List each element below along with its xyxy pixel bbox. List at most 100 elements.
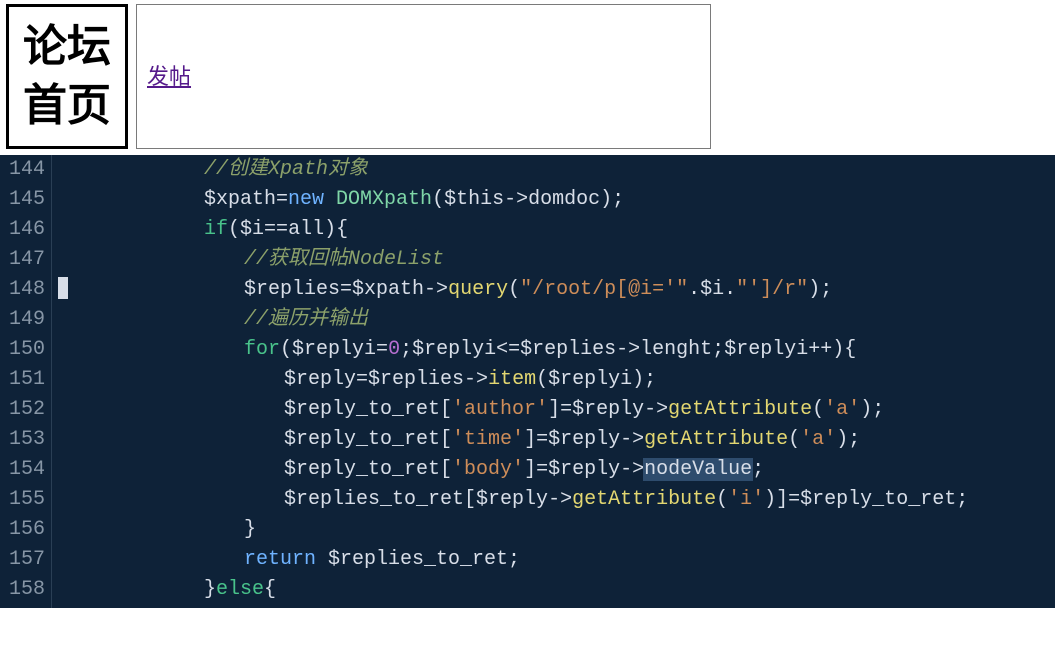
code-token: ( bbox=[788, 428, 800, 451]
code-token: ){ bbox=[324, 218, 348, 241]
code-token: )] bbox=[764, 488, 788, 511]
editor-cursor bbox=[58, 277, 68, 299]
line-number: 148 bbox=[0, 275, 45, 305]
code-line[interactable]: $reply=$replies->item($replyi); bbox=[84, 365, 1055, 395]
code-line[interactable]: $reply_to_ret['time']=$reply->getAttribu… bbox=[84, 425, 1055, 455]
page-header: 论坛 首页 发帖 bbox=[0, 0, 1055, 153]
code-line[interactable]: $replies=$xpath->query("/root/p[@i='".$i… bbox=[84, 275, 1055, 305]
code-token: //获取回帖NodeList bbox=[244, 248, 444, 271]
line-number: 157 bbox=[0, 545, 45, 575]
code-area[interactable]: //创建Xpath对象$xpath=new DOMXpath($this->do… bbox=[52, 155, 1055, 608]
code-line[interactable]: $reply_to_ret['author']=$reply->getAttri… bbox=[84, 395, 1055, 425]
code-token: else bbox=[216, 578, 264, 601]
code-token: ; bbox=[752, 458, 764, 481]
code-token: ){ bbox=[832, 338, 856, 361]
forum-home-title: 论坛 首页 bbox=[6, 4, 128, 149]
code-token: $reply bbox=[284, 368, 356, 391]
line-number: 154 bbox=[0, 455, 45, 485]
code-line[interactable]: for($replyi=0;$replyi<=$replies->lenght;… bbox=[84, 335, 1055, 365]
code-token: 'a' bbox=[800, 428, 836, 451]
code-token: ( bbox=[280, 338, 292, 361]
code-token: $replies_to_ret bbox=[284, 488, 464, 511]
code-token: query bbox=[448, 278, 508, 301]
line-number-gutter: 1441451461471481491501511521531541551561… bbox=[0, 155, 52, 608]
code-token: ( bbox=[508, 278, 520, 301]
line-number: 147 bbox=[0, 245, 45, 275]
code-token: 'body' bbox=[452, 458, 524, 481]
code-token: "/root/p[@i='" bbox=[520, 278, 688, 301]
code-line[interactable]: } bbox=[84, 515, 1055, 545]
line-number: 158 bbox=[0, 575, 45, 605]
code-token: getAttribute bbox=[644, 428, 788, 451]
code-token: return bbox=[244, 548, 328, 571]
code-token: $replyi bbox=[548, 368, 632, 391]
code-token: lenght bbox=[640, 338, 712, 361]
code-token: -> bbox=[620, 428, 644, 451]
code-token: ; bbox=[400, 338, 412, 361]
code-token: $replies bbox=[520, 338, 616, 361]
code-line[interactable]: //获取回帖NodeList bbox=[84, 245, 1055, 275]
code-token: = bbox=[560, 398, 572, 421]
code-token: = bbox=[276, 188, 288, 211]
code-token: [ bbox=[464, 488, 476, 511]
code-token: $replies bbox=[244, 278, 340, 301]
code-token: $reply bbox=[548, 428, 620, 451]
code-token: $reply_to_ret bbox=[284, 428, 440, 451]
code-token: $reply_to_ret bbox=[284, 458, 440, 481]
code-line[interactable]: }else{ bbox=[84, 575, 1055, 605]
line-number: 150 bbox=[0, 335, 45, 365]
code-token: $reply_to_ret bbox=[284, 398, 440, 421]
code-token: -> bbox=[548, 488, 572, 511]
code-token: $reply bbox=[572, 398, 644, 421]
code-token: -> bbox=[504, 188, 528, 211]
code-token: <= bbox=[496, 338, 520, 361]
code-token: item bbox=[488, 368, 536, 391]
code-token: [ bbox=[440, 428, 452, 451]
post-panel: 发帖 bbox=[136, 4, 711, 149]
code-token: $reply_to_ret bbox=[800, 488, 956, 511]
code-token: DOMXpath bbox=[336, 188, 432, 211]
code-token: for bbox=[244, 338, 280, 361]
code-line[interactable]: if($i==all){ bbox=[84, 215, 1055, 245]
line-number: 152 bbox=[0, 395, 45, 425]
code-token: -> bbox=[464, 368, 488, 391]
code-token: ); bbox=[860, 398, 884, 421]
code-token: nodeValue bbox=[643, 458, 753, 481]
forum-home-line1: 论坛 bbox=[23, 21, 111, 72]
line-number: 151 bbox=[0, 365, 45, 395]
code-token: ( bbox=[432, 188, 444, 211]
code-token: ); bbox=[632, 368, 656, 391]
code-line[interactable]: //创建Xpath对象 bbox=[84, 155, 1055, 185]
line-number: 146 bbox=[0, 215, 45, 245]
code-line[interactable]: //遍历并输出 bbox=[84, 305, 1055, 335]
code-token: $this bbox=[444, 188, 504, 211]
code-line[interactable]: $replies_to_ret[$reply->getAttribute('i'… bbox=[84, 485, 1055, 515]
line-number: 156 bbox=[0, 515, 45, 545]
code-token: = bbox=[536, 428, 548, 451]
code-line[interactable]: $reply_to_ret['body']=$reply->nodeValue; bbox=[84, 455, 1055, 485]
code-token: ] bbox=[524, 428, 536, 451]
code-token: $xpath bbox=[352, 278, 424, 301]
code-line[interactable]: return $replies_to_ret; bbox=[84, 545, 1055, 575]
code-token: -> bbox=[616, 338, 640, 361]
code-token: ( bbox=[812, 398, 824, 421]
code-token: ] bbox=[524, 458, 536, 481]
code-editor[interactable]: 1441451461471481491501511521531541551561… bbox=[0, 155, 1055, 608]
code-token: [ bbox=[440, 398, 452, 421]
code-token: 'time' bbox=[452, 428, 524, 451]
line-number: 155 bbox=[0, 485, 45, 515]
code-token: . bbox=[688, 278, 700, 301]
code-token: ); bbox=[600, 188, 624, 211]
code-token: getAttribute bbox=[668, 398, 812, 421]
code-token: domdoc bbox=[528, 188, 600, 211]
post-link[interactable]: 发帖 bbox=[147, 59, 191, 91]
code-token: 'i' bbox=[728, 488, 764, 511]
code-token: getAttribute bbox=[572, 488, 716, 511]
code-token: ] bbox=[548, 398, 560, 421]
code-token: new bbox=[288, 188, 336, 211]
code-line[interactable]: $xpath=new DOMXpath($this->domdoc); bbox=[84, 185, 1055, 215]
code-token: -> bbox=[620, 458, 644, 481]
code-token: ++ bbox=[808, 338, 832, 361]
code-token: . bbox=[724, 278, 736, 301]
code-token: $replyi bbox=[292, 338, 376, 361]
